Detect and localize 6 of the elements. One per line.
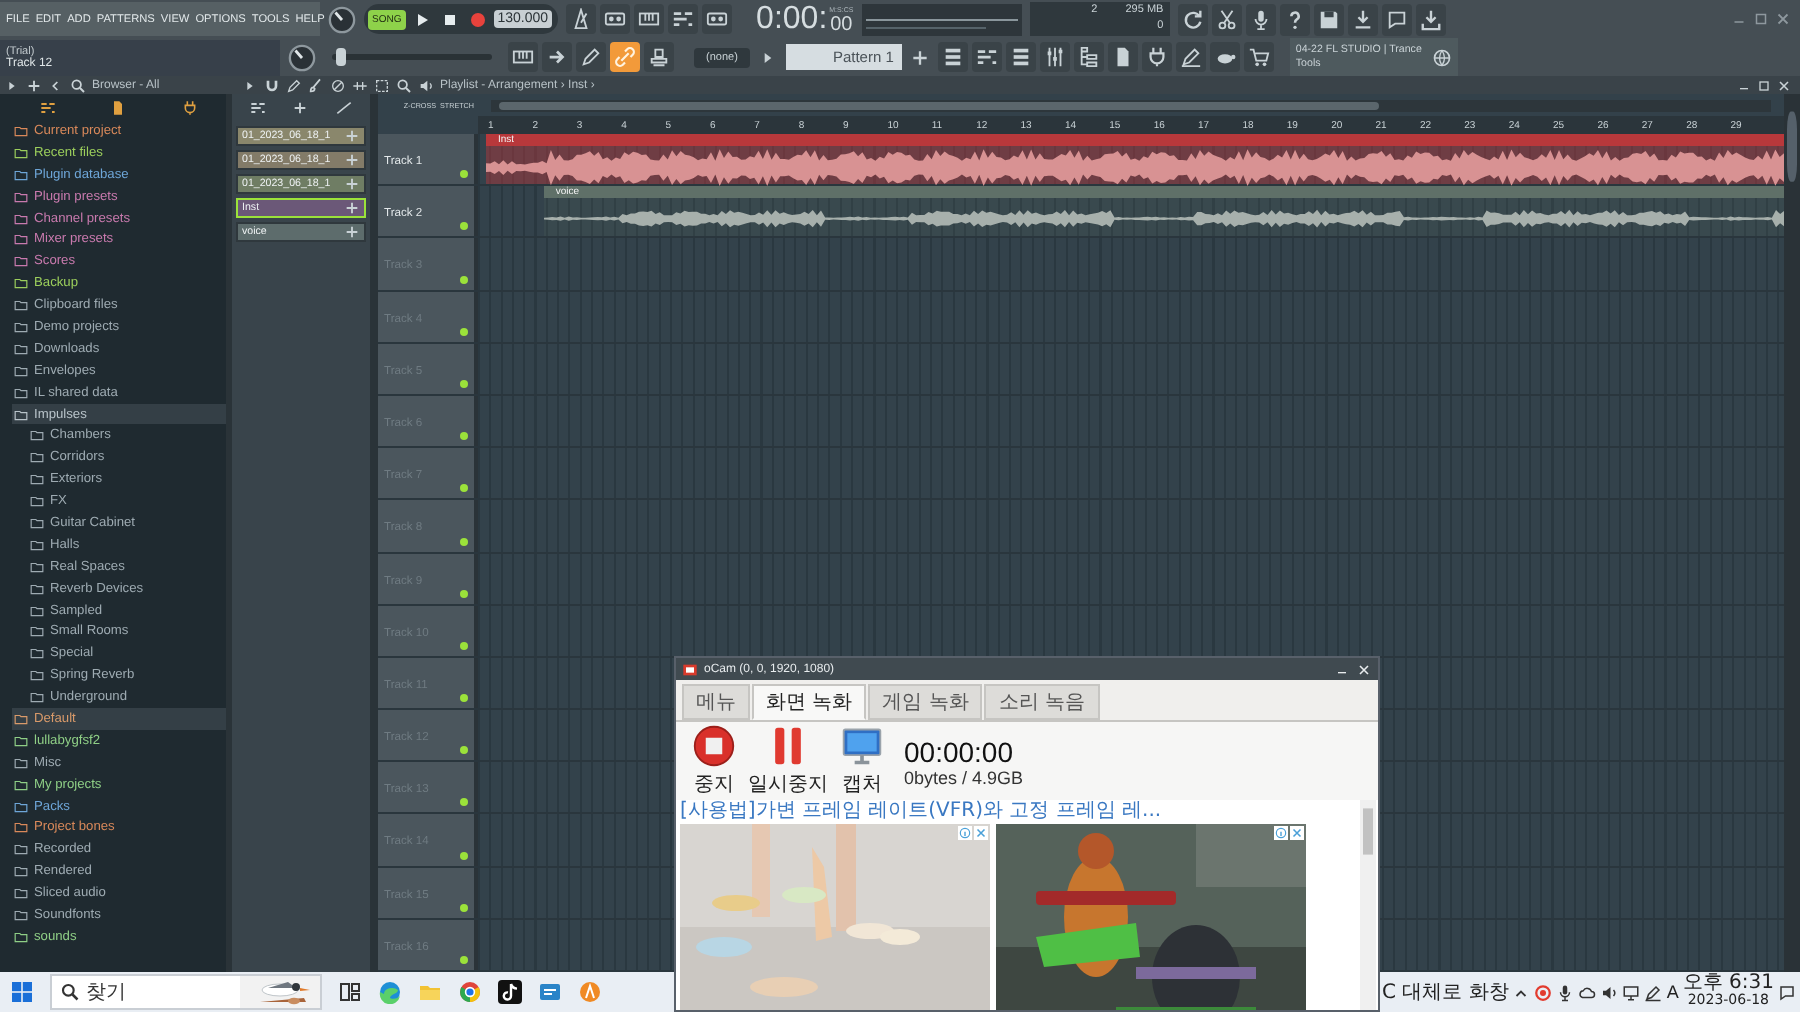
time-display: 0:00: xyxy=(756,3,828,35)
time-fraction: 00 xyxy=(830,13,853,35)
clock-time: 오후 6:31 xyxy=(1682,973,1774,992)
elapsed-time: 00:00:00 xyxy=(904,735,1015,767)
file-size: 0bytes / 4.9GB xyxy=(904,767,1024,787)
weather-text: C 대체로 화창 xyxy=(1382,980,1509,1006)
